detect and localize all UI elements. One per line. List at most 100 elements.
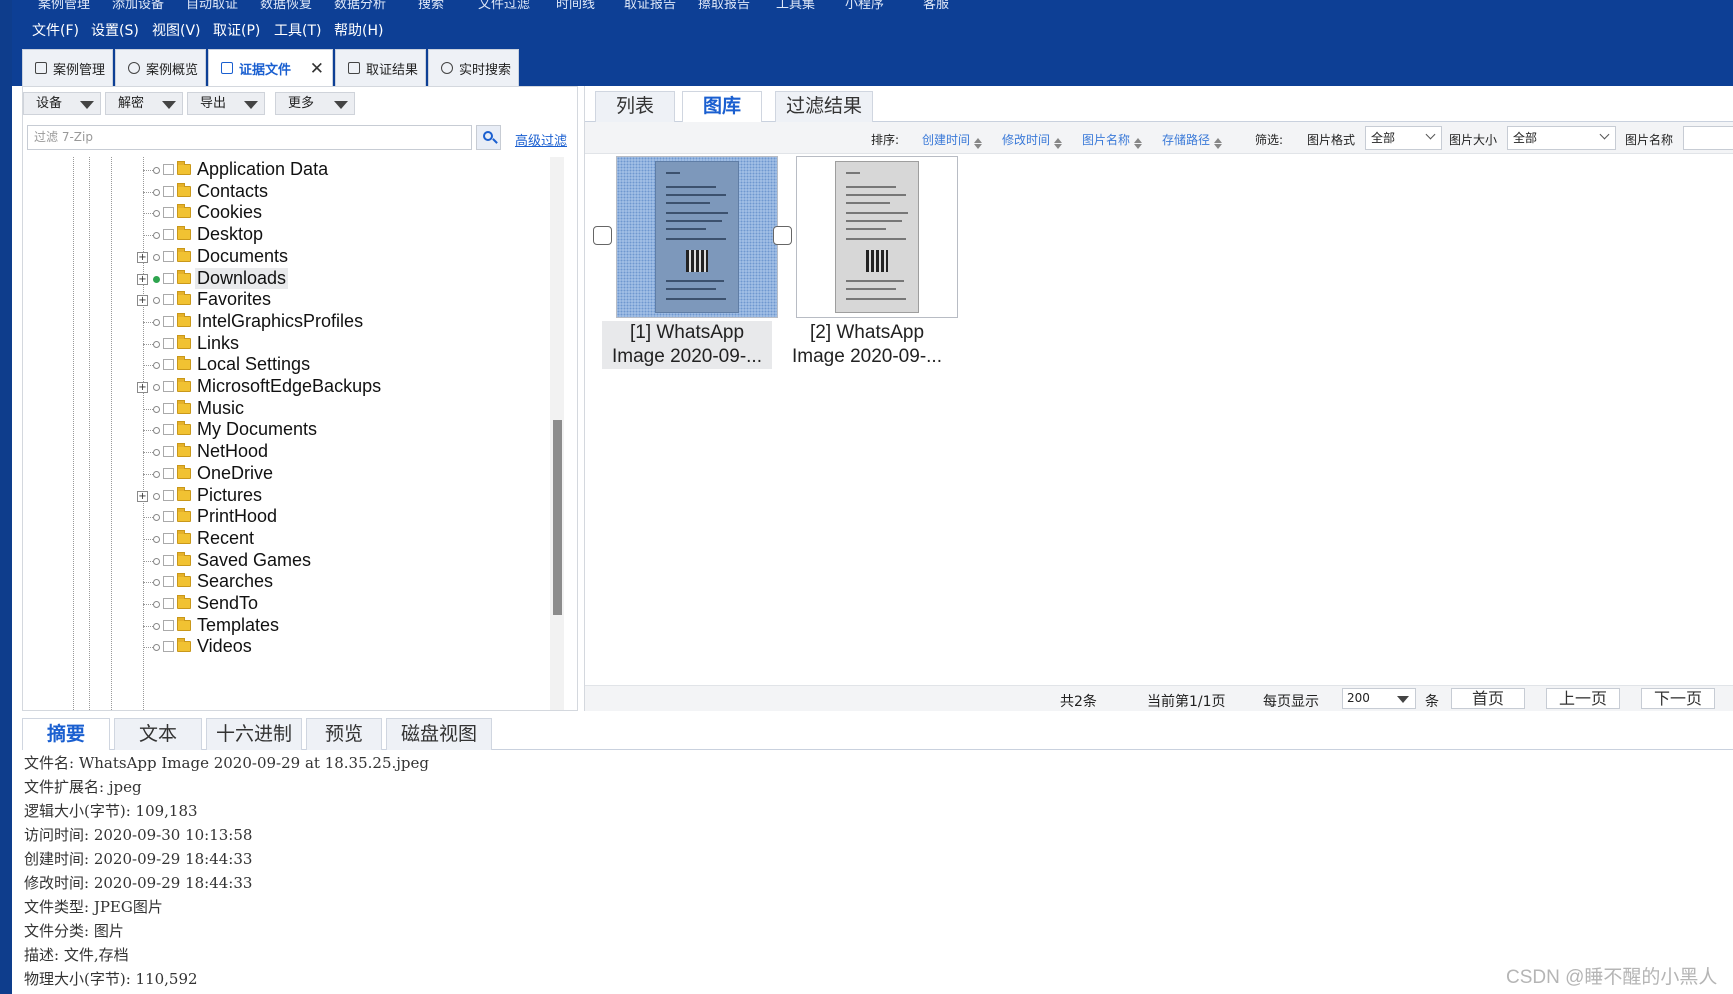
tree-checkbox[interactable]: [163, 250, 174, 262]
more-dropdown[interactable]: 更多: [275, 92, 355, 115]
image-caption[interactable]: [1] WhatsApp Image 2020-09-...: [602, 321, 772, 369]
tree-item[interactable]: Templates: [135, 614, 555, 638]
tree-checkbox[interactable]: [163, 381, 174, 392]
expand-icon[interactable]: +: [137, 295, 148, 307]
device-dropdown[interactable]: 设备: [23, 92, 101, 115]
tree-checkbox[interactable]: [163, 467, 174, 479]
tree-checkbox[interactable]: [163, 424, 174, 436]
tree-checkbox[interactable]: [163, 229, 174, 241]
tab-case-management[interactable]: 案例管理: [22, 49, 113, 86]
tree-checkbox[interactable]: [163, 337, 174, 349]
tree-item[interactable]: Music: [135, 397, 555, 421]
tree-item[interactable]: Local Settings: [135, 353, 555, 377]
tab-case-overview[interactable]: 案例概览: [115, 49, 206, 86]
advanced-filter-link[interactable]: 高级过滤: [515, 130, 567, 149]
tree-checkbox[interactable]: [163, 446, 174, 458]
tree-checkbox[interactable]: [163, 619, 174, 631]
tree-item[interactable]: Contacts: [135, 180, 555, 204]
tree-checkbox[interactable]: [163, 164, 174, 175]
tab-preview[interactable]: 预览: [306, 718, 382, 750]
tree-item[interactable]: IntelGraphicsProfiles: [135, 310, 555, 334]
menu-file[interactable]: 文件(F): [32, 20, 79, 40]
tree-item[interactable]: Searches: [135, 570, 555, 594]
module-item[interactable]: 小程序: [845, 0, 884, 12]
image-thumbnail[interactable]: [616, 156, 778, 318]
tab-summary[interactable]: 摘要: [22, 718, 110, 750]
module-item[interactable]: 数据恢复: [260, 0, 312, 12]
module-item[interactable]: 文件过滤: [478, 0, 530, 12]
image-thumbnail[interactable]: [796, 156, 958, 318]
tree-checkbox[interactable]: [163, 359, 174, 371]
menu-help[interactable]: 帮助(H): [334, 20, 383, 40]
module-item[interactable]: 添加设备: [112, 0, 164, 12]
tree-item[interactable]: SendTo: [135, 592, 555, 616]
tree-checkbox[interactable]: [163, 489, 174, 501]
tree-checkbox[interactable]: [163, 554, 174, 566]
tree-item[interactable]: + Pictures: [135, 484, 555, 508]
tab-list[interactable]: 列表: [595, 91, 675, 122]
module-item[interactable]: 搜索: [418, 0, 444, 12]
filter-search-button[interactable]: [476, 125, 501, 150]
tree-item[interactable]: + Downloads: [135, 267, 555, 291]
module-item[interactable]: 数据分析: [334, 0, 386, 12]
expand-icon[interactable]: +: [137, 490, 148, 502]
tab-hex[interactable]: 十六进制: [206, 718, 302, 750]
tab-evidence-files[interactable]: 证据文件 ✕: [208, 49, 333, 86]
format-select[interactable]: 全部: [1365, 126, 1442, 150]
tree-checkbox[interactable]: [163, 532, 174, 544]
sort-storage-path[interactable]: 存储路径: [1162, 131, 1223, 149]
module-item[interactable]: 客服: [923, 0, 949, 12]
image-caption[interactable]: [2] WhatsApp Image 2020-09-...: [782, 321, 952, 369]
sort-image-name[interactable]: 图片名称: [1082, 131, 1143, 149]
prev-page-button[interactable]: 上一页: [1546, 688, 1620, 709]
tree-item[interactable]: Application Data: [135, 158, 555, 182]
tab-live-search[interactable]: 实时搜索: [428, 49, 519, 86]
menu-forensics[interactable]: 取证(P): [213, 20, 260, 40]
tree-item[interactable]: My Documents: [135, 418, 555, 442]
tree-checkbox[interactable]: [163, 402, 174, 414]
tree-item[interactable]: + MicrosoftEdgeBackups: [135, 375, 555, 399]
tab-forensics-results[interactable]: 取证结果: [335, 49, 426, 86]
tab-disk-view[interactable]: 磁盘视图: [386, 718, 492, 750]
image-checkbox[interactable]: [773, 226, 792, 245]
tree-item[interactable]: Links: [135, 332, 555, 356]
image-name-input[interactable]: [1683, 126, 1733, 150]
tree-checkbox[interactable]: [163, 511, 174, 523]
module-item[interactable]: 时间线: [556, 0, 595, 12]
menu-view[interactable]: 视图(V): [152, 20, 201, 40]
tree-checkbox[interactable]: [163, 294, 174, 306]
module-item[interactable]: 工具集: [776, 0, 815, 12]
scrollbar-thumb[interactable]: [553, 420, 562, 615]
tree-item[interactable]: OneDrive: [135, 462, 555, 486]
tree-checkbox[interactable]: [163, 315, 174, 327]
tree-item[interactable]: Recent: [135, 527, 555, 551]
tree-checkbox[interactable]: [163, 641, 174, 653]
first-page-button[interactable]: 首页: [1451, 688, 1525, 709]
image-checkbox[interactable]: [593, 226, 612, 245]
tree-item[interactable]: Videos: [135, 635, 555, 659]
close-icon[interactable]: ✕: [310, 59, 324, 79]
module-item[interactable]: 自动取证: [186, 0, 238, 12]
tree-item[interactable]: Desktop: [135, 223, 555, 247]
tab-text[interactable]: 文本: [114, 718, 202, 750]
menu-settings[interactable]: 设置(S): [91, 20, 139, 40]
size-select[interactable]: 全部: [1507, 126, 1616, 150]
tab-filter-results[interactable]: 过滤结果: [775, 91, 873, 122]
tree-item[interactable]: Saved Games: [135, 549, 555, 573]
tree-item[interactable]: PrintHood: [135, 505, 555, 529]
per-page-select[interactable]: 200: [1342, 688, 1416, 709]
export-dropdown[interactable]: 导出: [187, 92, 265, 115]
menu-tools[interactable]: 工具(T): [274, 20, 321, 40]
tree-checkbox[interactable]: [163, 598, 174, 609]
module-item[interactable]: 擦取报告: [698, 0, 750, 12]
tree-item[interactable]: NetHood: [135, 440, 555, 464]
tree-checkbox[interactable]: [163, 185, 174, 197]
tree-checkbox[interactable]: [163, 576, 174, 588]
expand-icon[interactable]: +: [137, 273, 148, 285]
expand-icon[interactable]: +: [137, 382, 148, 393]
module-item[interactable]: 案例管理: [38, 0, 90, 12]
tree-checkbox[interactable]: [163, 207, 174, 219]
tree-filter-input[interactable]: 过滤 7-Zip: [27, 125, 472, 150]
tree-item[interactable]: + Documents: [135, 245, 555, 269]
next-page-button[interactable]: 下一页: [1641, 688, 1715, 709]
